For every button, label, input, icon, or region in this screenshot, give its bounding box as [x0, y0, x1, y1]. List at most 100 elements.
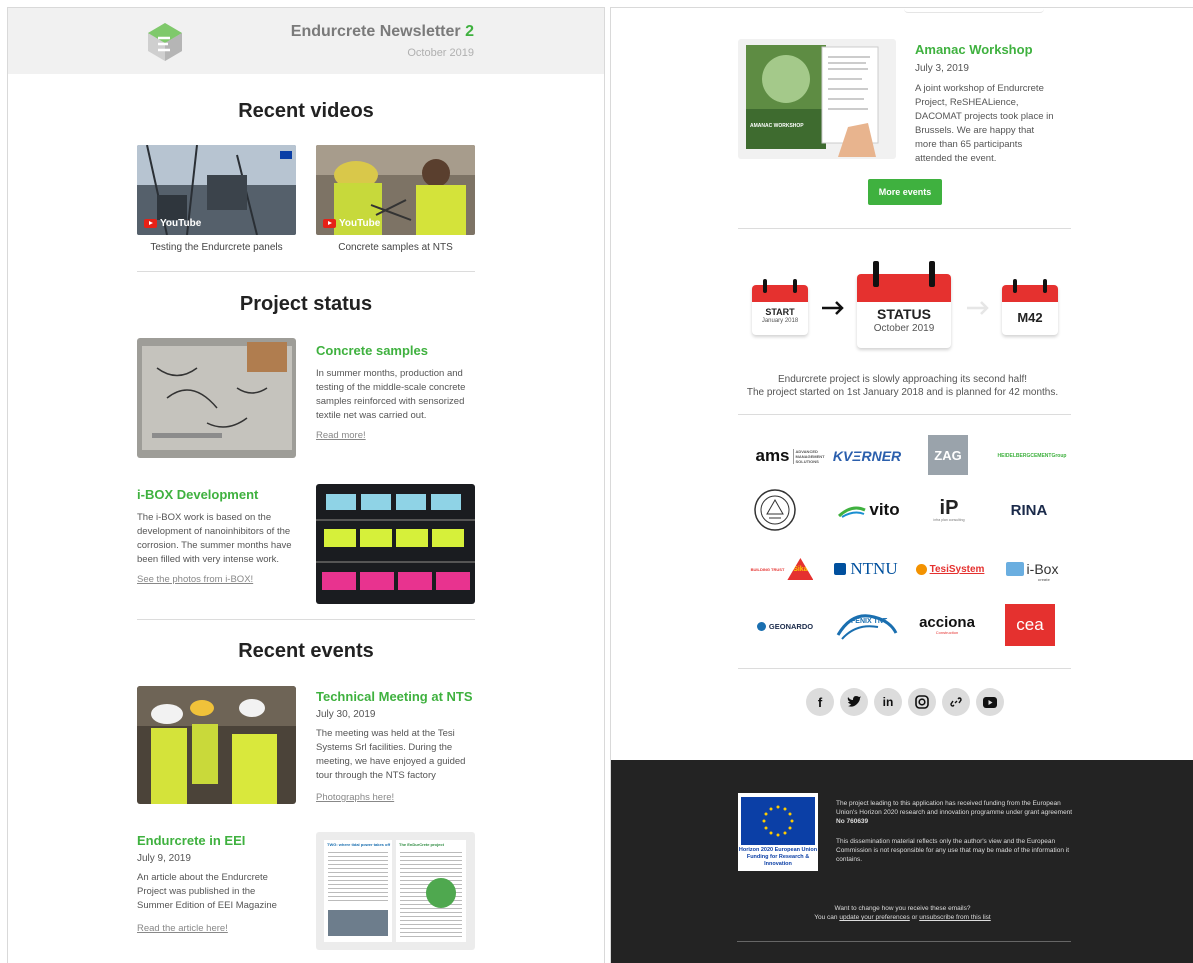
tesisystem-dot-icon	[915, 563, 927, 575]
preferences-line: You can update your preferences or unsub…	[611, 913, 1193, 922]
funding-statement-text: The project leading to this application …	[836, 800, 1073, 816]
acciona-wordmark: acciona	[919, 614, 975, 631]
twitter-icon[interactable]	[840, 688, 868, 716]
amanac-workshop-date: July 3, 2019	[915, 63, 969, 74]
partner-cea-logo[interactable]: cea	[1005, 604, 1055, 646]
calendar-ring	[793, 279, 797, 293]
nts-meeting-date: July 30, 2019	[316, 709, 376, 720]
fenix-wordmark: FENIX TNT	[851, 618, 888, 625]
instagram-icon[interactable]	[908, 688, 936, 716]
partner-ams-logo[interactable]: ams ADVANCED MANAGEMENT SOLUTIONS	[745, 442, 829, 470]
eei-magazine-photo[interactable]: TWG: where tidal power takes off The EnD…	[316, 832, 475, 950]
newsletter-left-pane: Endurcrete Newsletter 2 October 2019 Rec…	[7, 7, 605, 963]
eei-article-text: An article about the Endurcrete Project …	[137, 872, 277, 911]
ams-wordmark: ams	[755, 446, 790, 465]
arrow-right-icon	[965, 298, 991, 318]
calendar-start: START January 2018	[752, 279, 808, 335]
newsletter-page: Endurcrete Newsletter 2 October 2019 Rec…	[0, 0, 1193, 963]
read-more-link[interactable]: Read more!	[316, 430, 366, 441]
partner-sika-logo[interactable]: BUILDING TRUST Sika	[749, 555, 815, 583]
link-icon[interactable]	[942, 688, 970, 716]
ibox-image	[316, 484, 475, 604]
newsletter-footer: Horizon 2020 European Union Funding for …	[611, 760, 1193, 963]
newsletter-title-text: Endurcrete Newsletter	[290, 23, 461, 40]
eu-emblem: Horizon 2020 European Union Funding for …	[738, 793, 818, 871]
timeline-text-line2: The project started on 1st January 2018 …	[746, 387, 1059, 398]
youtube-badge: YouTube	[144, 218, 201, 229]
partner-rina-logo[interactable]: RINA	[1004, 496, 1054, 524]
grant-number: No 760639	[836, 818, 869, 825]
calendar-ring	[1043, 279, 1047, 293]
nts-photographs-link[interactable]: Photographs here!	[316, 792, 394, 803]
magazine-left-page: TWG: where tidal power takes off	[324, 840, 392, 942]
ibox-development-text: The i-BOX work is based on the developme…	[137, 512, 292, 565]
eei-article-date: July 9, 2019	[137, 853, 191, 864]
partner-tesisystem-logo[interactable]: TesiSystem	[912, 555, 988, 583]
nts-meeting-title: Technical Meeting at NTS	[316, 689, 473, 704]
youtube-badge-label: YouTube	[160, 218, 202, 229]
eei-article-link[interactable]: Read the article here!	[137, 923, 228, 934]
ibox-photo[interactable]	[316, 484, 475, 604]
vito-swoosh-icon	[838, 506, 867, 518]
video-thumbnail-panels[interactable]: YouTube	[137, 145, 296, 235]
partner-ibox-logo[interactable]: i-Box create	[1000, 553, 1064, 585]
amanac-workshop-text: A joint workshop of Endurcrete Project, …	[915, 83, 1054, 164]
acciona-tagline: Construction	[935, 630, 959, 635]
start-date: January 2018	[761, 318, 799, 324]
funding-statement: The project leading to this application …	[836, 799, 1076, 826]
partner-fenix-logo[interactable]: FENIX TNT	[833, 608, 901, 642]
partner-university-seal-logo[interactable]	[752, 487, 798, 533]
unsubscribe-link[interactable]: unsubscribe from this list	[919, 914, 991, 921]
section-divider	[738, 414, 1071, 415]
ibox-cube-icon	[1005, 562, 1024, 576]
facebook-icon[interactable]: f	[806, 688, 834, 716]
eu-funding-label: Horizon 2020 European Union Funding for …	[738, 847, 818, 867]
partner-heidelberg-logo[interactable]: HEIDELBERGCEMENTGroup	[993, 442, 1071, 470]
preferences-question: Want to change how you receive these ema…	[834, 905, 971, 912]
geonardo-dot-icon	[756, 621, 766, 631]
partner-ntnu-logo[interactable]: NTNU	[827, 555, 905, 583]
start-label: START	[765, 307, 795, 317]
amanac-workshop-title: Amanac Workshop	[915, 42, 1033, 57]
sika-emblem: Sika	[787, 558, 814, 580]
concrete-samples-photo[interactable]	[137, 338, 296, 458]
vito-wordmark: vito	[869, 500, 900, 519]
recent-videos-heading: Recent videos	[238, 100, 374, 122]
youtube-icon[interactable]	[976, 688, 1004, 716]
amanac-workshop-image	[746, 45, 879, 157]
end-label: M42	[1017, 310, 1043, 325]
preferences-prefix: You can	[814, 914, 838, 921]
concrete-samples-image	[137, 338, 296, 458]
status-label: STATUS	[877, 306, 931, 322]
newsletter-date: October 2019	[407, 47, 474, 59]
ibox-photos-link[interactable]: See the photos from i-BOX!	[137, 574, 253, 585]
linkedin-icon[interactable]: in	[874, 688, 902, 716]
ibox-development-title: i-BOX Development	[137, 487, 259, 502]
status-date: October 2019	[873, 323, 935, 334]
amanac-card[interactable]: AMANAC WORKSHOP	[738, 39, 896, 159]
video-thumbnail-nts[interactable]: YouTube	[316, 145, 475, 235]
partner-acciona-logo[interactable]: acciona Construction	[914, 608, 980, 642]
nts-meeting-image	[137, 686, 296, 804]
tesisystem-wordmark: TesiSystem	[929, 563, 985, 575]
timeline-text-line1: Endurcrete project is slowly approaching…	[777, 374, 1028, 385]
magazine-left-headline: TWG: where tidal power takes off	[327, 842, 391, 847]
nts-meeting-photo[interactable]	[137, 686, 296, 804]
video-caption-nts: Concrete samples at NTS	[338, 242, 453, 253]
partner-iip-logo[interactable]: iP infra plan consulting	[924, 490, 974, 530]
partner-zag-logo[interactable]: ZAG	[928, 435, 968, 475]
partner-vito-logo[interactable]: vito	[829, 496, 909, 524]
partner-kvaerner-logo[interactable]: KVΞRNER	[827, 442, 907, 470]
concrete-samples-text: In summer months, production and testing…	[316, 368, 466, 421]
recent-events-heading: Recent events	[238, 640, 374, 662]
youtube-play-icon	[323, 219, 336, 228]
calendar-ring	[873, 261, 879, 287]
magazine-right-headline: The EnDurCrete project	[399, 842, 444, 847]
partner-geonardo-logo[interactable]: GEONARDO	[745, 612, 825, 640]
more-events-button[interactable]: More events	[868, 179, 942, 205]
section-divider	[738, 228, 1071, 229]
magazine-text-block	[328, 852, 388, 902]
calendar-ring	[929, 261, 935, 287]
ntnu-wordmark: NTNU	[850, 559, 898, 578]
update-preferences-link[interactable]: update your preferences	[839, 914, 909, 921]
